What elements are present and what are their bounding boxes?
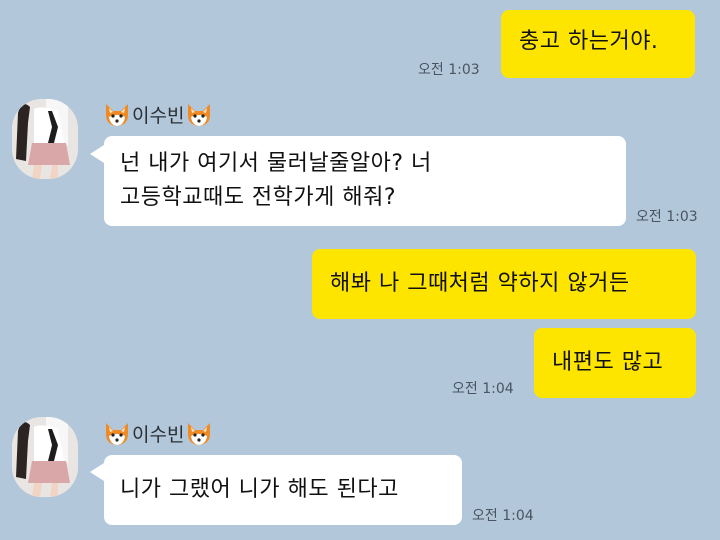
message-time: 오전 1:03 <box>636 209 698 225</box>
bubble-tail <box>90 463 104 481</box>
contact-name: 이수빈 <box>104 420 212 447</box>
other-message-bubble[interactable]: 니가 그랬어 니가 해도 된다고 <box>104 455 462 525</box>
fox-emoji-icon <box>188 422 211 445</box>
contact-name-label: 이수빈 <box>132 424 185 446</box>
my-message-bubble[interactable]: 해봐 나 그때처럼 약하지 않거든 <box>312 249 696 319</box>
fox-emoji-icon <box>188 103 211 126</box>
bubble-tail <box>90 145 104 163</box>
my-message-bubble[interactable]: 충고 하는거야. <box>501 10 695 78</box>
avatar[interactable] <box>12 417 78 497</box>
contact-name: 이수빈 <box>104 101 212 128</box>
message-time: 오전 1:04 <box>472 508 534 524</box>
contact-name-label: 이수빈 <box>132 105 185 127</box>
avatar[interactable] <box>12 99 78 179</box>
message-time: 오전 1:04 <box>452 381 514 397</box>
my-message-bubble[interactable]: 내편도 많고 <box>534 328 696 398</box>
profile-photo-icon <box>12 417 78 497</box>
fox-emoji-icon <box>106 422 128 445</box>
other-message-bubble[interactable]: 넌 내가 여기서 물러날줄알아? 너 고등학교때도 전학가게 해줘? <box>104 136 626 226</box>
profile-photo-icon <box>12 99 78 179</box>
fox-emoji-icon <box>106 103 128 126</box>
message-time: 오전 1:03 <box>418 62 480 78</box>
